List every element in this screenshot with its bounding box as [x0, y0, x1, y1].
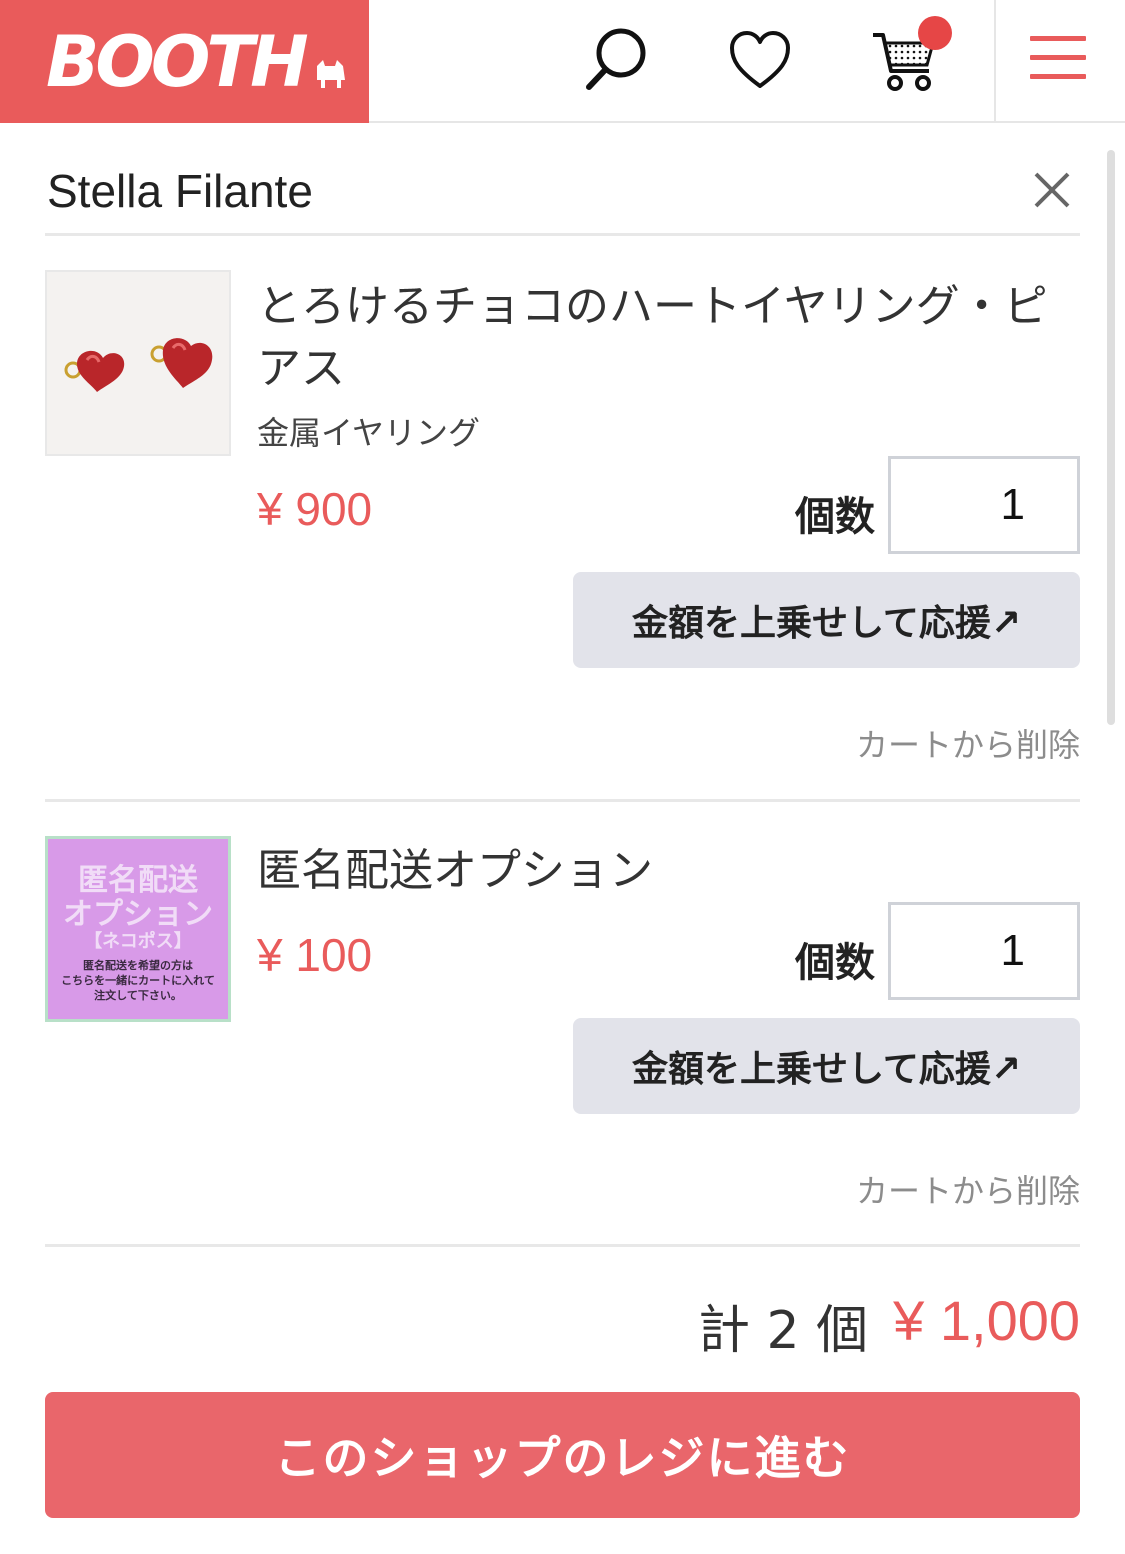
logo-text: BOOTH	[46, 20, 309, 103]
support-button[interactable]: 金額を上乗せして応援↗	[573, 572, 1080, 668]
support-button[interactable]: 金額を上乗せして応援↗	[573, 1018, 1080, 1114]
cart-item: とろけるチョコのハートイヤリング・ピ アス 金属イヤリング ¥ 900 個数 1…	[45, 270, 1080, 790]
item-divider	[45, 799, 1080, 802]
product-thumbnail[interactable]: 匿名配送 オプション 【ネコポス】 匿名配送を希望の方は こちらを一緒にカートに…	[45, 836, 231, 1022]
top-header: BOOTH	[0, 0, 1125, 123]
item-title[interactable]: 匿名配送オプション	[257, 840, 653, 902]
shop-name[interactable]: Stella Filante	[47, 164, 313, 218]
cart-badge	[918, 16, 952, 50]
shop-header: Stella Filante	[45, 148, 1080, 236]
heart-icon[interactable]	[722, 22, 798, 98]
remove-from-cart-link[interactable]: カートから削除	[856, 1166, 1080, 1212]
item-divider	[45, 1244, 1080, 1247]
cart-item: 匿名配送 オプション 【ネコポス】 匿名配送を希望の方は こちらを一緒にカートに…	[45, 836, 1080, 1216]
menu-icon[interactable]	[1030, 36, 1086, 82]
close-icon[interactable]	[1030, 168, 1074, 212]
quantity-input[interactable]: 1	[888, 902, 1080, 1000]
scrollbar[interactable]	[1107, 150, 1115, 725]
quantity-input[interactable]: 1	[888, 456, 1080, 554]
product-thumbnail[interactable]	[45, 270, 231, 456]
quantity-label: 個数	[795, 494, 875, 540]
total-price: ¥ 1,000	[893, 1289, 1080, 1352]
remove-from-cart-link[interactable]: カートから削除	[856, 720, 1080, 766]
booth-logo[interactable]: BOOTH	[0, 0, 369, 123]
item-price: ¥ 100	[257, 929, 373, 981]
checkout-button[interactable]: このショップのレジに進む	[45, 1392, 1080, 1518]
search-icon[interactable]	[578, 22, 654, 98]
total-count: 計 2 個	[698, 1301, 869, 1361]
item-variant: 金属イヤリング	[257, 414, 481, 452]
mascot-icon	[316, 59, 345, 88]
item-price: ¥ 900	[257, 483, 373, 535]
item-title[interactable]: とろけるチョコのハートイヤリング・ピ アス	[257, 276, 1048, 400]
header-divider	[994, 0, 996, 123]
quantity-label: 個数	[795, 940, 875, 986]
